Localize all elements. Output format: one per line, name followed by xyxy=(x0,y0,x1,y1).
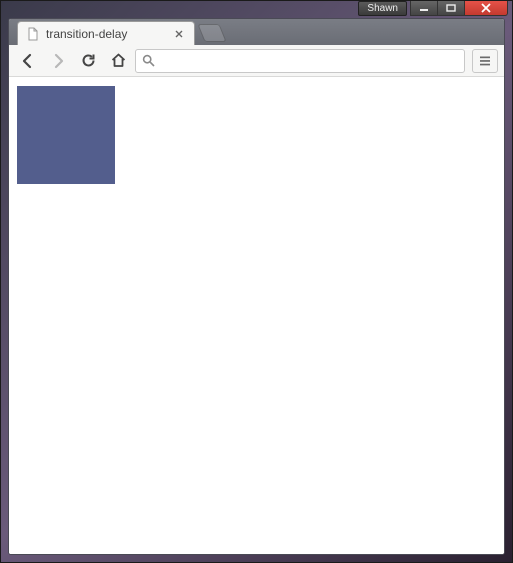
close-icon xyxy=(175,30,183,38)
page-content xyxy=(9,77,504,554)
home-button[interactable] xyxy=(105,48,131,74)
hamburger-icon xyxy=(478,55,492,67)
new-tab-button[interactable] xyxy=(197,24,226,42)
back-button[interactable] xyxy=(15,48,41,74)
tab-close-button[interactable] xyxy=(172,27,186,41)
forward-button[interactable] xyxy=(45,48,71,74)
os-window-frame: Shawn transition-delay xyxy=(0,0,513,563)
file-icon xyxy=(26,27,40,41)
close-button[interactable] xyxy=(464,1,508,16)
arrow-right-icon xyxy=(49,52,67,70)
reload-icon xyxy=(80,52,97,69)
user-badge[interactable]: Shawn xyxy=(358,1,407,16)
maximize-icon xyxy=(446,4,456,12)
browser-toolbar xyxy=(9,45,504,77)
url-input[interactable] xyxy=(161,51,458,71)
search-icon xyxy=(142,54,155,67)
address-bar[interactable] xyxy=(135,49,465,73)
home-icon xyxy=(110,52,127,69)
maximize-button[interactable] xyxy=(437,1,465,16)
arrow-left-icon xyxy=(19,52,37,70)
os-titlebar: Shawn xyxy=(1,1,512,18)
tab-strip: transition-delay xyxy=(9,19,504,45)
reload-button[interactable] xyxy=(75,48,101,74)
chrome-menu-button[interactable] xyxy=(472,49,498,73)
browser-window: transition-delay xyxy=(8,18,505,555)
tab-title: transition-delay xyxy=(46,27,172,41)
minimize-icon xyxy=(419,4,429,12)
minimize-button[interactable] xyxy=(410,1,438,16)
transition-square xyxy=(17,86,115,184)
close-icon xyxy=(480,3,492,13)
browser-tab-active[interactable]: transition-delay xyxy=(17,21,195,45)
